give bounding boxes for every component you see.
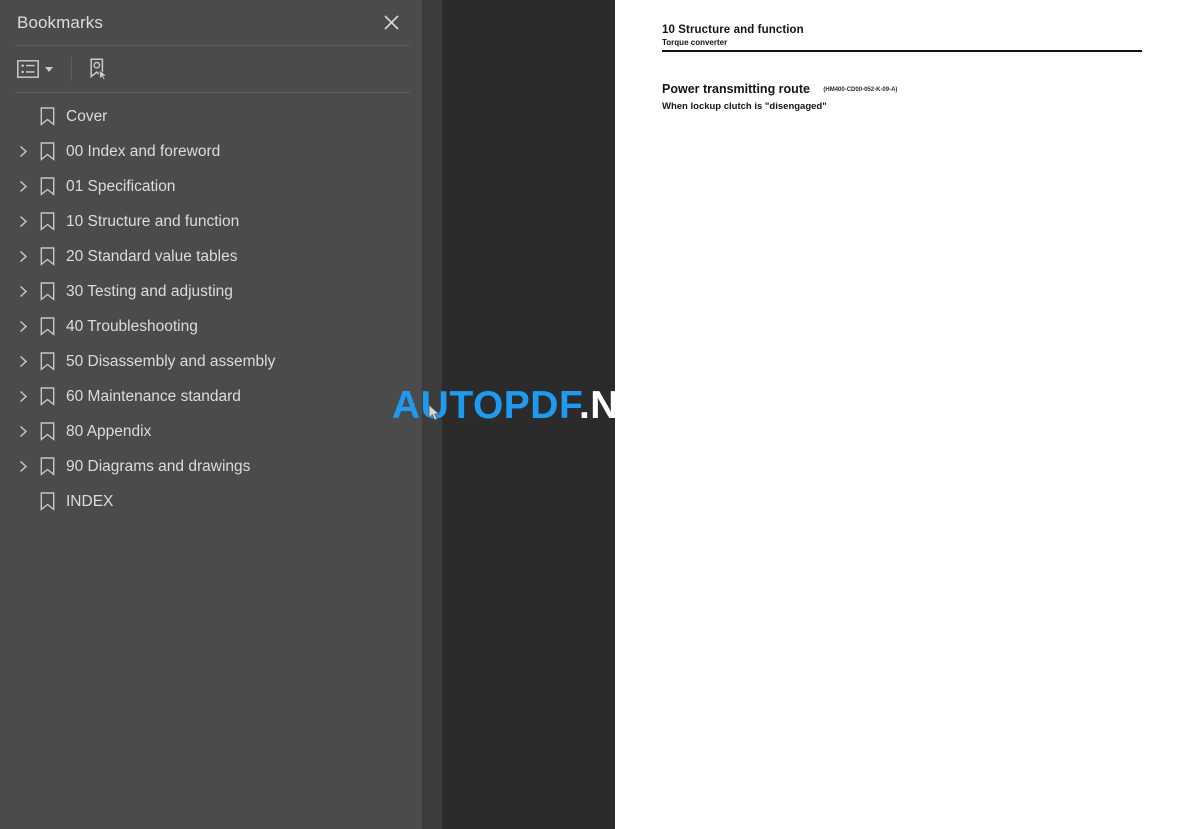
chevron-right-icon[interactable] (12, 344, 34, 379)
bookmark-item-00-index-and-foreword[interactable]: 00 Index and foreword (0, 134, 422, 169)
list-options-icon[interactable] (17, 54, 53, 84)
bookmark-icon (34, 282, 60, 301)
bookmark-item-20-standard-value-tables[interactable]: 20 Standard value tables (0, 239, 422, 274)
chapter-title: 10 Structure and function (662, 24, 804, 36)
bookmark-label: 00 Index and foreword (66, 142, 221, 160)
bookmark-item-cover[interactable]: Cover (0, 99, 422, 134)
chevron-right-icon[interactable] (12, 239, 34, 274)
bookmark-label: 40 Troubleshooting (66, 317, 198, 335)
bookmark-label: 30 Testing and adjusting (66, 282, 233, 300)
bookmark-icon (34, 457, 60, 476)
bookmark-icon (34, 492, 60, 511)
section-subtitle: When lockup clutch is "disengaged" (662, 101, 827, 112)
bookmark-item-30-testing-and-adjusting[interactable]: 30 Testing and adjusting (0, 274, 422, 309)
bookmark-label: 01 Specification (66, 177, 176, 195)
chevron-down-icon (45, 66, 53, 72)
bookmark-item-60-maintenance-standard[interactable]: 60 Maintenance standard (0, 379, 422, 414)
bookmark-item-80-appendix[interactable]: 80 Appendix (0, 414, 422, 449)
bookmark-icon (34, 212, 60, 231)
bookmark-icon (34, 107, 60, 126)
chevron-right-icon[interactable] (12, 449, 34, 484)
section-heading-block: Power transmitting route (HM400-CD00-052… (662, 80, 1152, 112)
bookmark-label: 50 Disassembly and assembly (66, 352, 276, 370)
close-icon[interactable] (378, 9, 404, 35)
bookmark-label: Cover (66, 107, 108, 125)
header-rule (662, 50, 1142, 52)
bookmark-icon (34, 247, 60, 266)
cursor-icon (428, 404, 441, 421)
chevron-right-icon[interactable] (12, 204, 34, 239)
page-header: 10 Structure and function Torque convert… (662, 24, 1142, 52)
bookmark-icon (34, 317, 60, 336)
subchapter-title: Torque converter (662, 38, 728, 47)
bookmarks-sidebar: Bookmarks Cover 00 Index and foreword 01… (0, 0, 422, 829)
bookmark-icon (34, 177, 60, 196)
bookmark-label: INDEX (66, 492, 114, 510)
chevron-right-icon[interactable] (12, 134, 34, 169)
bookmark-label: 20 Standard value tables (66, 247, 238, 265)
toolbar-divider (71, 57, 72, 81)
chevron-right-icon[interactable] (12, 414, 34, 449)
bookmark-icon (34, 142, 60, 161)
bookmark-pointer-icon[interactable] (88, 54, 109, 84)
bookmark-label: 80 Appendix (66, 422, 152, 440)
section-reference-code: (HM400-CD00-052-K-09-A) (823, 87, 898, 93)
document-page: 10 Structure and function Torque convert… (615, 0, 1200, 829)
bookmark-item-90-diagrams-and-drawings[interactable]: 90 Diagrams and drawings (0, 449, 422, 484)
panel-title: Bookmarks (17, 12, 103, 32)
bookmark-icon (34, 422, 60, 441)
bookmark-label: 90 Diagrams and drawings (66, 457, 251, 475)
bookmark-icon (34, 352, 60, 371)
bookmark-item-40-troubleshooting[interactable]: 40 Troubleshooting (0, 309, 422, 344)
bookmark-item-index[interactable]: INDEX (0, 484, 422, 519)
chevron-right-icon[interactable] (12, 379, 34, 414)
chevron-right-icon[interactable] (12, 169, 34, 204)
chevron-right-icon[interactable] (12, 309, 34, 344)
bookmarks-toolbar (0, 46, 422, 92)
bookmark-label: 10 Structure and function (66, 212, 240, 230)
toolbar-divider-line (15, 92, 410, 93)
bookmarks-header: Bookmarks (0, 0, 422, 45)
section-title: Power transmitting route (662, 82, 810, 96)
bookmark-item-50-disassembly-and-assembly[interactable]: 50 Disassembly and assembly (0, 344, 422, 379)
bookmark-tree: Cover 00 Index and foreword 01 Specificati… (0, 99, 422, 519)
bookmark-item-01-specification[interactable]: 01 Specification (0, 169, 422, 204)
bookmark-label: 60 Maintenance standard (66, 387, 241, 405)
bookmark-icon (34, 387, 60, 406)
bookmark-item-10-structure-and-function[interactable]: 10 Structure and function (0, 204, 422, 239)
chevron-right-icon[interactable] (12, 274, 34, 309)
pdf-viewer-window: Bookmarks Cover 00 Index and foreword 01… (0, 0, 1200, 829)
